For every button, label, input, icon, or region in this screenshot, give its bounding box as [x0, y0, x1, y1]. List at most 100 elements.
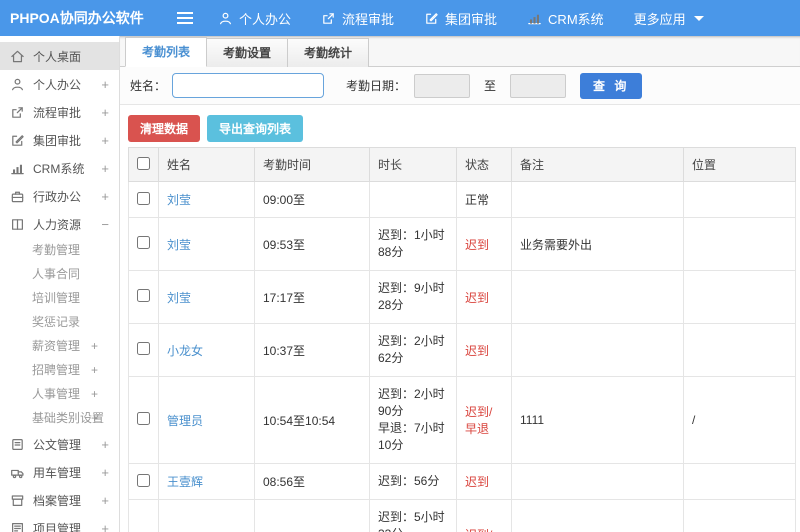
sidebar-item-document-mgmt[interactable]: 公文管理 + — [0, 430, 119, 458]
row-checkbox[interactable] — [137, 236, 150, 249]
cell-checkbox — [128, 499, 159, 532]
sidebar-item-label: 行政办公 — [33, 189, 82, 204]
sidebar-subitem-personnel-contract[interactable]: 人事合同 — [0, 262, 119, 286]
home-icon — [10, 49, 25, 64]
select-all-checkbox[interactable] — [137, 156, 150, 170]
cell-duration: 迟到：5小时33分 早退：4小时67分 — [369, 499, 457, 532]
attendance-table-wrap: 姓名 考勤时间 时长 状态 备注 位置 刘莹 09:00至 正常 刘莹 09:53至 迟到：1小时8… — [128, 147, 796, 532]
employee-name-link[interactable]: 刘莹 — [167, 291, 191, 305]
expand-toggle-icon[interactable]: + — [101, 189, 109, 204]
employee-name-link[interactable]: 刘莹 — [167, 193, 191, 207]
topbar-nav-personal-office[interactable]: 个人办公 — [218, 9, 291, 28]
export-list-button[interactable]: 导出查询列表 — [207, 115, 304, 142]
cell-remark — [511, 270, 684, 324]
date-to-input[interactable] — [510, 73, 567, 98]
sidebar-item-label: 个人办公 — [33, 77, 82, 92]
sidebar-item-archive-mgmt[interactable]: 档案管理 + — [0, 486, 119, 514]
expand-toggle-icon[interactable]: + — [101, 105, 109, 120]
employee-name-link[interactable]: 刘莹 — [167, 238, 191, 252]
sidebar-subitem-reward-punish-records[interactable]: 奖惩记录 — [0, 310, 119, 334]
expand-toggle-icon[interactable]: + — [101, 161, 109, 176]
sidebar-item-label: 用车管理 — [33, 465, 82, 480]
tab-attendance-stats[interactable]: 考勤统计 — [288, 38, 370, 67]
cell-duration: 迟到：1小时88分 — [369, 217, 457, 271]
sidebar-item-project-mgmt[interactable]: 项目管理 + — [0, 514, 119, 532]
expand-toggle-icon[interactable]: − — [101, 217, 109, 232]
sidebar-item-hr[interactable]: 人力资源 − — [0, 210, 119, 238]
row-checkbox[interactable] — [137, 412, 150, 425]
cell-checkbox — [128, 217, 159, 271]
cell-checkbox — [128, 323, 159, 377]
cell-status: 迟到 — [456, 463, 512, 500]
expand-toggle-icon[interactable]: + — [101, 437, 109, 452]
tab-attendance-list[interactable]: 考勤列表 — [125, 37, 208, 67]
search-button[interactable]: 查 询 — [580, 72, 643, 99]
expand-toggle-icon[interactable]: + — [101, 493, 109, 508]
date-from-input[interactable] — [414, 73, 471, 98]
chart-icon — [10, 161, 25, 176]
expand-toggle-icon[interactable]: + — [101, 133, 109, 148]
table-header-row: 姓名 考勤时间 时长 状态 备注 位置 — [128, 147, 796, 182]
expand-toggle-icon[interactable]: + — [91, 358, 98, 382]
cell-duration: 迟到：9小时28分 — [369, 270, 457, 324]
expand-toggle-icon[interactable]: + — [91, 334, 98, 358]
cell-time: 09:53至 — [254, 217, 370, 271]
expand-toggle-icon[interactable]: + — [101, 465, 109, 480]
hamburger-menu-icon[interactable] — [176, 11, 194, 25]
row-checkbox[interactable] — [137, 289, 150, 302]
cell-remark — [511, 181, 684, 218]
edit-icon — [424, 11, 439, 26]
sidebar-item-personal-desktop[interactable]: 个人桌面 — [0, 42, 119, 70]
tab-attendance-setup[interactable]: 考勤设置 — [207, 38, 289, 67]
chart-icon — [527, 11, 542, 26]
to-label: 至 — [484, 79, 497, 93]
row-checkbox[interactable] — [137, 473, 150, 487]
row-checkbox[interactable] — [137, 191, 150, 205]
employee-name-link[interactable]: 小龙女 — [167, 344, 203, 358]
sidebar-subitem-recruit-mgmt[interactable]: 招聘管理 + — [0, 358, 119, 382]
cell-remark: 1111 — [511, 376, 684, 464]
sidebar-item-group-approval[interactable]: 集团审批 + — [0, 126, 119, 154]
tab-bar: 考勤列表 考勤设置 考勤统计 — [120, 36, 800, 67]
table-row: 王壹辉 08:56至 迟到：56分 迟到 — [128, 463, 796, 500]
sidebar-subitem-salary-mgmt[interactable]: 薪资管理 + — [0, 334, 119, 358]
sidebar-item-vehicle-mgmt[interactable]: 用车管理 + — [0, 458, 119, 486]
row-checkbox[interactable] — [137, 342, 150, 355]
truck-icon — [10, 465, 25, 480]
cell-name: 刘莹 — [158, 181, 255, 218]
cell-name: 刘莹 — [158, 270, 255, 324]
sidebar-subitem-base-category-settings[interactable]: 基础类别设置 + — [0, 406, 119, 430]
cell-checkbox — [128, 463, 159, 500]
cell-location: / — [683, 499, 796, 532]
expand-toggle-icon[interactable]: + — [91, 382, 98, 406]
col-header-duration: 时长 — [369, 147, 457, 182]
sidebar-item-workflow-approval[interactable]: 流程审批 + — [0, 98, 119, 126]
clear-data-button[interactable]: 清理数据 — [128, 115, 201, 142]
topbar-nav-more-apps[interactable]: 更多应用 — [634, 9, 704, 28]
topbar-nav-crm[interactable]: CRM系统 — [527, 9, 604, 28]
name-input[interactable] — [172, 73, 325, 98]
employee-name-link[interactable]: 管理员 — [167, 414, 203, 428]
employee-name-link[interactable]: 王壹辉 — [167, 475, 203, 489]
sidebar-item-personal-office[interactable]: 个人办公 + — [0, 70, 119, 98]
sidebar-subitem-attendance-mgmt[interactable]: 考勤管理 — [0, 238, 119, 262]
expand-toggle-icon[interactable]: + — [101, 77, 109, 92]
share-icon — [321, 11, 336, 26]
user-icon — [10, 77, 25, 92]
project-icon — [10, 521, 25, 532]
col-header-time: 考勤时间 — [254, 147, 370, 182]
topbar-nav-workflow-approval[interactable]: 流程审批 — [321, 9, 394, 28]
sidebar-subitem-label: 人事合同 — [32, 267, 81, 281]
expand-toggle-icon[interactable]: + — [91, 406, 98, 430]
sidebar-item-admin-office[interactable]: 行政办公 + — [0, 182, 119, 210]
sidebar-item-crm[interactable]: CRM系统 + — [0, 154, 119, 182]
cell-checkbox — [128, 376, 159, 464]
select-all-header — [128, 147, 159, 182]
topbar-nav-group-approval[interactable]: 集团审批 — [424, 9, 497, 28]
app-logo: PHPOA协同办公软件 — [10, 10, 144, 26]
cell-time: 08:56至 — [254, 463, 370, 500]
sidebar-subitem-training-mgmt[interactable]: 培训管理 — [0, 286, 119, 310]
caret-down-icon — [693, 15, 704, 21]
expand-toggle-icon[interactable]: + — [101, 521, 109, 532]
sidebar-subitem-personnel-mgmt[interactable]: 人事管理 + — [0, 382, 119, 406]
